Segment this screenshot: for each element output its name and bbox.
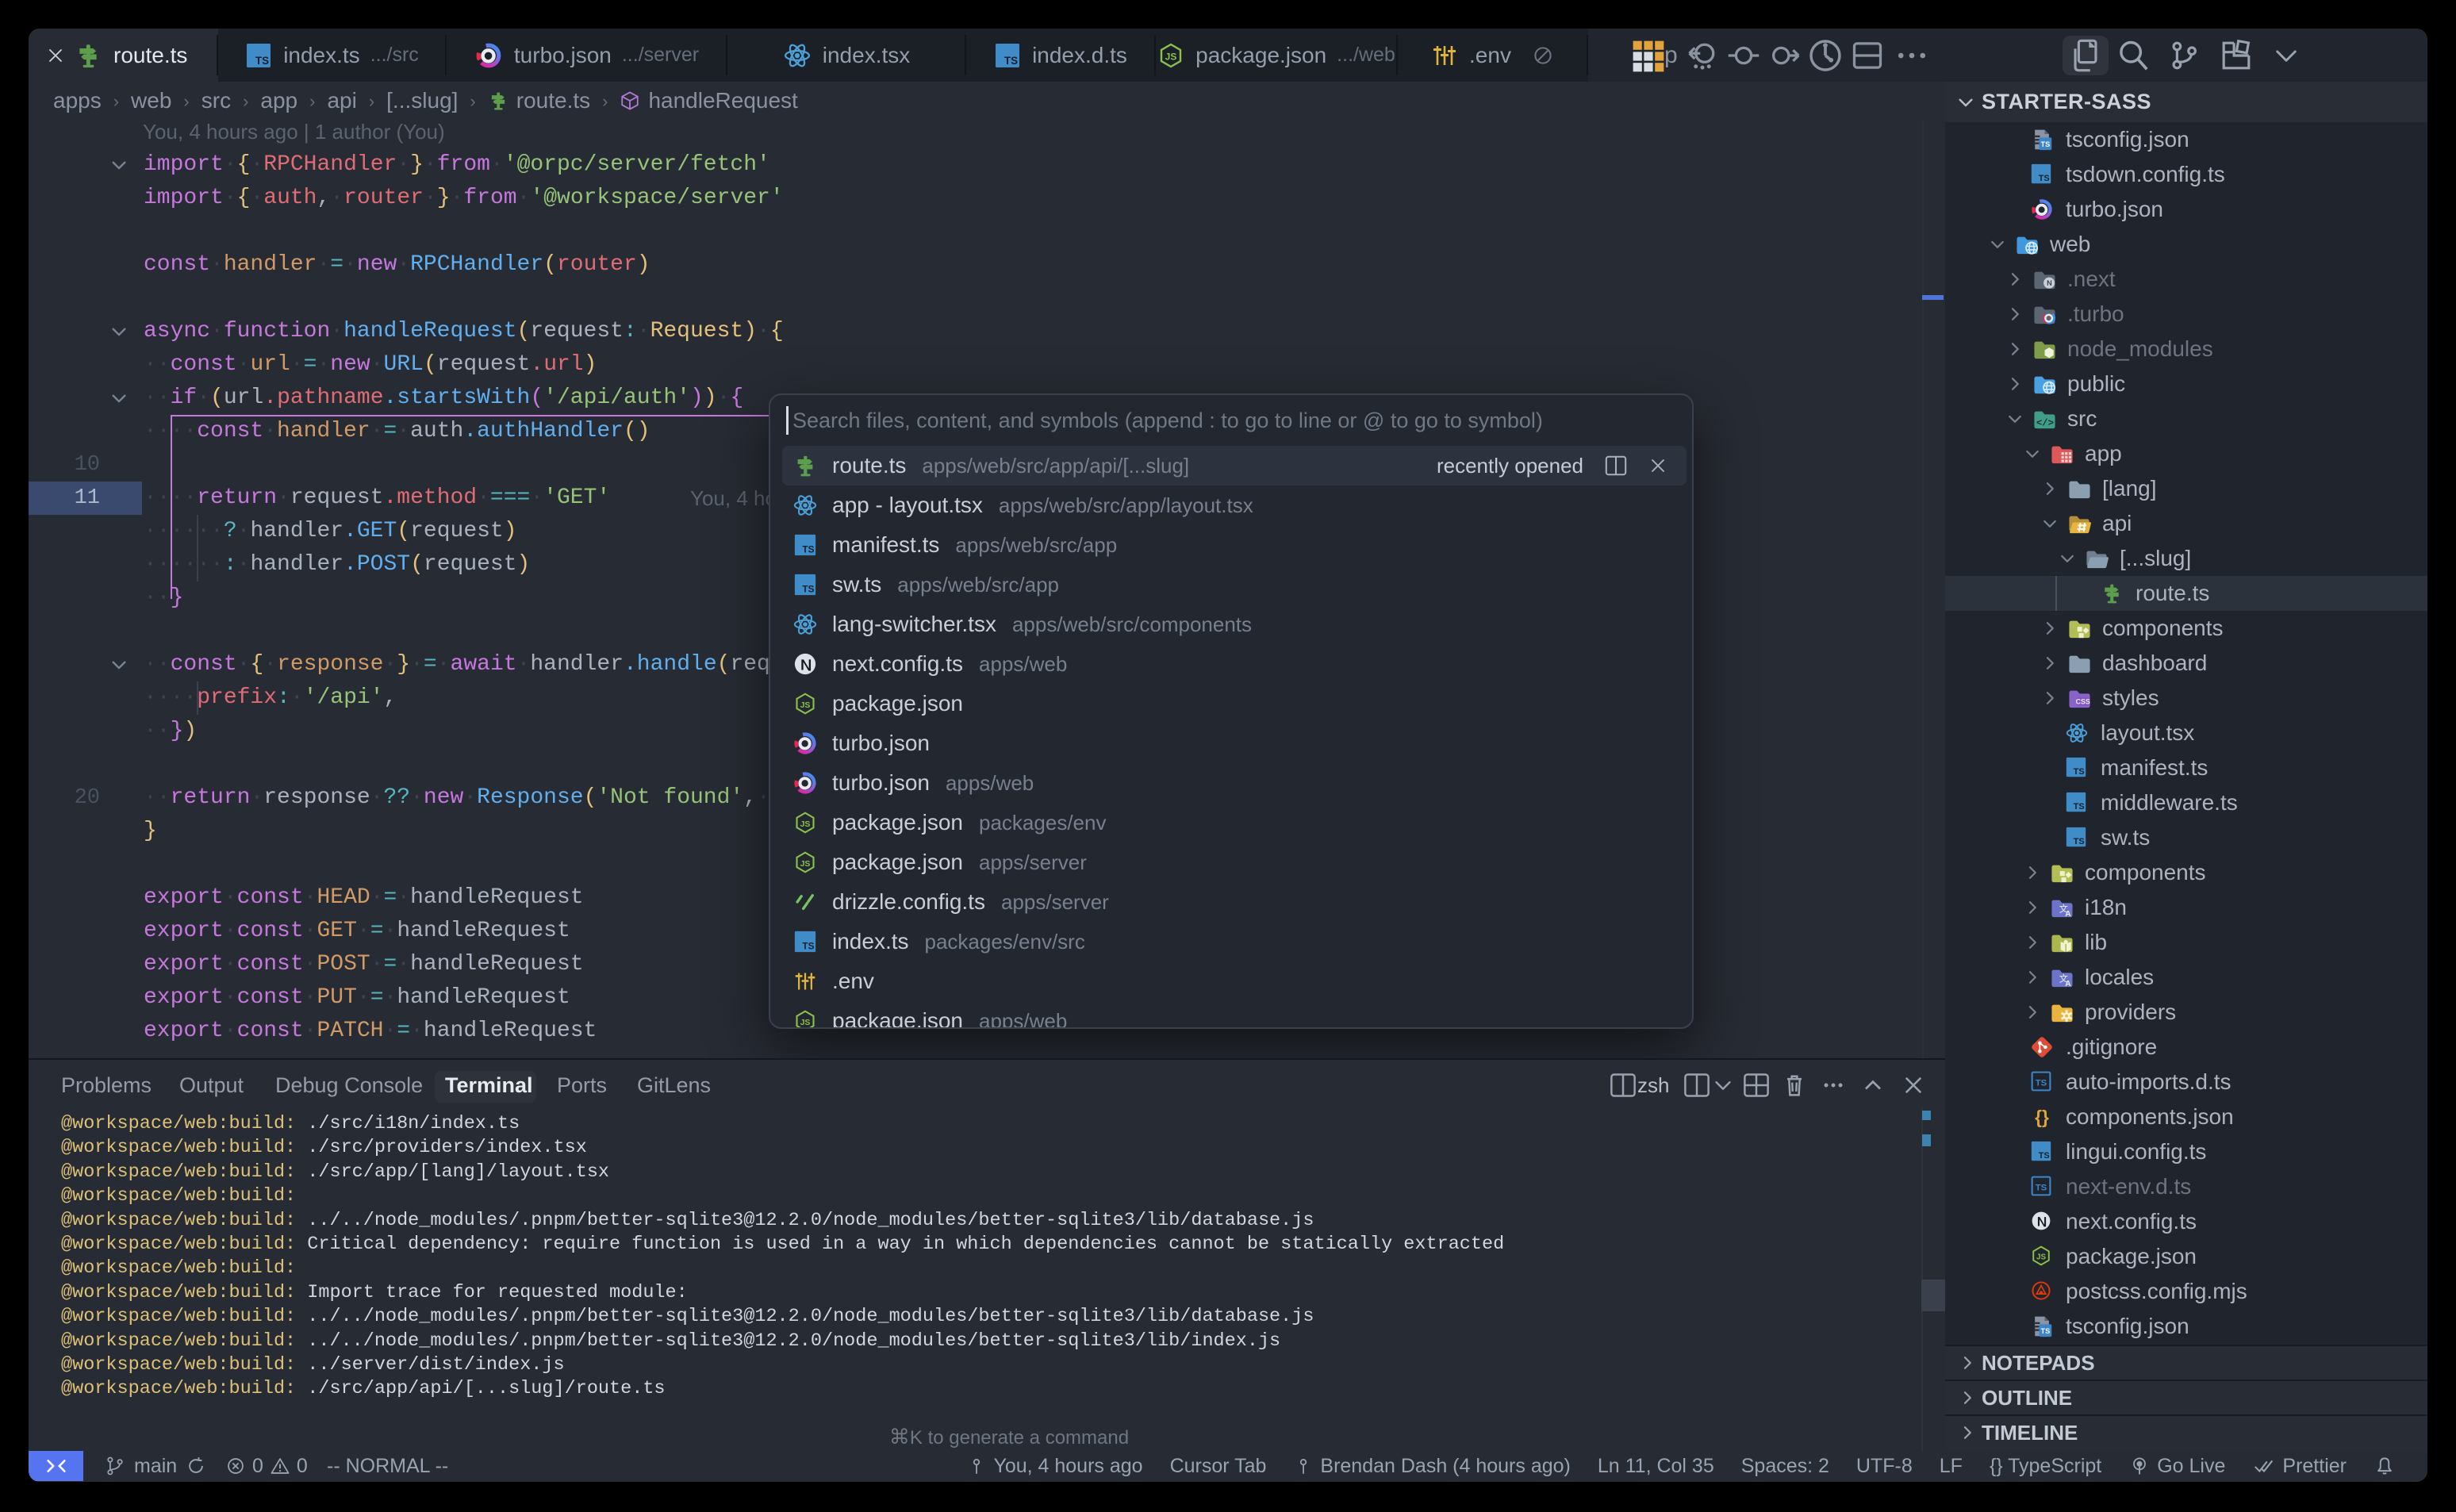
svg-text:TS: TS	[802, 941, 814, 952]
svg-text:TS: TS	[255, 55, 269, 67]
svg-text:A: A	[2065, 980, 2071, 988]
svg-text:JS: JS	[2036, 1253, 2046, 1261]
svg-text:</>: </>	[2036, 417, 2054, 428]
svg-text:TS: TS	[2074, 802, 2085, 812]
svg-text:TS: TS	[802, 584, 814, 595]
svg-text:TS: TS	[802, 544, 814, 555]
svg-text:TS: TS	[2036, 1184, 2047, 1193]
svg-text:JS: JS	[1165, 51, 1177, 62]
svg-text:TS: TS	[2041, 1327, 2051, 1335]
svg-text:TS: TS	[2041, 140, 2051, 148]
svg-text:TS: TS	[2074, 767, 2085, 777]
svg-text:TS: TS	[2039, 1151, 2050, 1161]
svg-text:TS: TS	[1004, 55, 1018, 67]
svg-text:JS: JS	[800, 819, 811, 829]
svg-text:JS: JS	[800, 859, 811, 869]
svg-text:TS: TS	[2074, 837, 2085, 846]
svg-text:A: A	[2065, 910, 2071, 919]
svg-text:JS: JS	[800, 700, 811, 710]
svg-text:JS: JS	[800, 1018, 811, 1027]
svg-text:CSS: CSS	[2076, 697, 2090, 705]
svg-text:TS: TS	[2036, 1079, 2047, 1088]
svg-text:TS: TS	[2039, 174, 2050, 183]
svg-text:{}: {}	[2035, 1107, 2049, 1127]
